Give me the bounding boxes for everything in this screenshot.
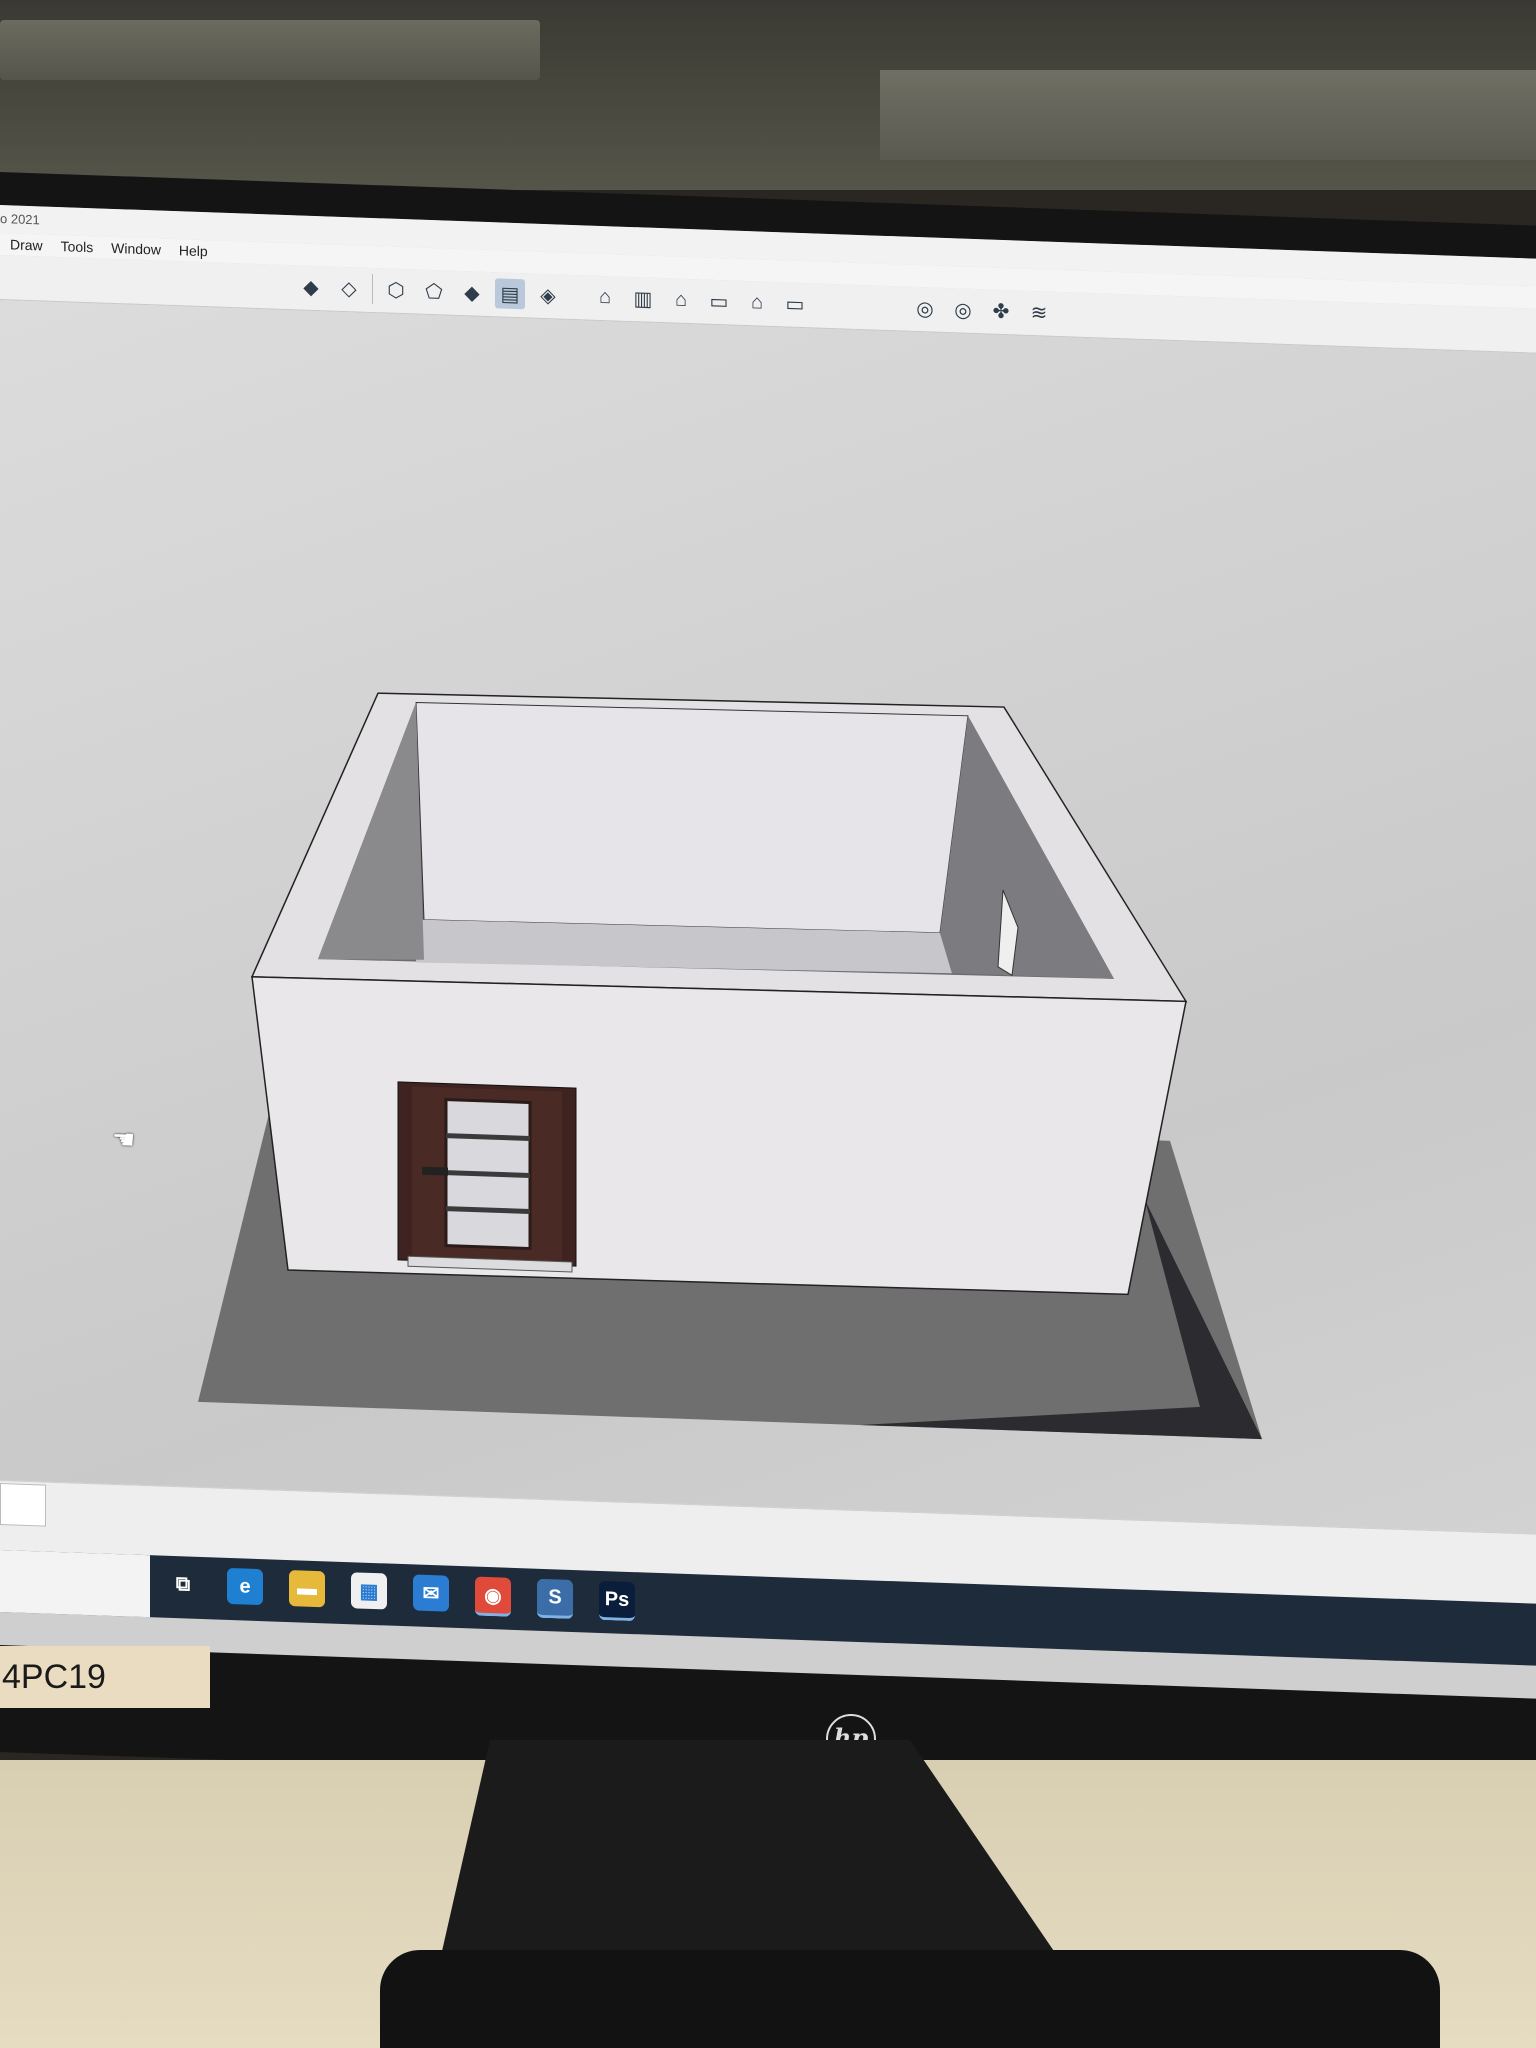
menu-draw[interactable]: Draw — [10, 233, 43, 256]
shaded-icon[interactable]: ◆ — [457, 277, 487, 308]
mail-icon[interactable]: ✉ — [413, 1574, 449, 1612]
file-explorer-icon[interactable]: ▬ — [289, 1570, 325, 1608]
style-toolbar: ◆ ◇ ⬡ ⬠ ◆ ▤ ◈ — [296, 271, 563, 312]
back-view-icon[interactable]: ⌂ — [742, 287, 772, 318]
sketchup-icon[interactable]: S — [537, 1578, 573, 1620]
3d-viewport[interactable]: ☚ — [0, 300, 1536, 1585]
right-view-icon[interactable]: ▭ — [704, 286, 734, 317]
front-view-icon[interactable]: ⌂ — [666, 284, 696, 315]
layout-icon[interactable]: ≋ — [1024, 297, 1054, 328]
shaded-textures-icon[interactable]: ▤ — [495, 278, 525, 310]
monitor-screen: o 2021 Draw Tools Window Help ◆ ◇ ⬡ ⬠ ◆ … — [0, 205, 1536, 1699]
interior-back-wall — [415, 702, 969, 934]
front-wall — [251, 976, 1187, 1296]
wireframe-icon[interactable]: ⬡ — [381, 274, 411, 305]
taskbar-apps: ⧉ e ▬ ▦ ✉ ◉ S Ps — [165, 1565, 635, 1622]
edge-icon[interactable]: e — [227, 1567, 263, 1606]
task-view-icon[interactable]: ⧉ — [165, 1565, 201, 1604]
door-handle — [422, 1166, 448, 1176]
taskbar-search[interactable] — [0, 1550, 150, 1618]
extensions-toolbar: ◎ ◎ ✤ ≋ — [910, 293, 1054, 330]
top-view-icon[interactable]: ▥ — [628, 283, 658, 314]
hand-cursor-icon: ☚ — [112, 1123, 136, 1155]
extension-warehouse-icon[interactable]: ✤ — [986, 295, 1016, 326]
window-shade — [0, 20, 540, 80]
menu-window[interactable]: Window — [111, 237, 161, 261]
door-rail — [446, 1133, 530, 1142]
share-model-icon[interactable]: ◎ — [948, 294, 978, 325]
menu-help[interactable]: Help — [179, 239, 208, 262]
hidden-line-icon[interactable]: ⬠ — [419, 276, 449, 307]
iso-view-icon[interactable]: ⌂ — [590, 282, 620, 313]
left-view-icon[interactable]: ▭ — [780, 288, 810, 319]
door-rail — [446, 1206, 530, 1215]
monitor-stand-foot — [380, 1950, 1440, 2048]
back-edges-icon[interactable]: ◇ — [334, 273, 364, 304]
menu-tools[interactable]: Tools — [61, 235, 94, 258]
pc-label-sticker: 4PC19 — [0, 1646, 210, 1708]
office-wall — [0, 0, 1536, 190]
photoshop-icon[interactable]: Ps — [599, 1580, 635, 1622]
chrome-icon[interactable]: ◉ — [475, 1576, 511, 1617]
window-shade — [880, 70, 1536, 160]
views-toolbar: ⌂ ▥ ⌂ ▭ ⌂ ▭ — [590, 282, 810, 322]
front-door[interactable] — [397, 1081, 577, 1273]
divider — [372, 273, 373, 305]
store-icon[interactable]: ▦ — [351, 1572, 387, 1610]
xray-icon[interactable]: ◆ — [296, 271, 326, 302]
measurements-box[interactable] — [0, 1483, 46, 1527]
monochrome-icon[interactable]: ◈ — [533, 280, 563, 311]
warehouse-icon[interactable]: ◎ — [910, 293, 940, 324]
house-model[interactable] — [0, 300, 1536, 1534]
door-rail — [446, 1170, 530, 1179]
